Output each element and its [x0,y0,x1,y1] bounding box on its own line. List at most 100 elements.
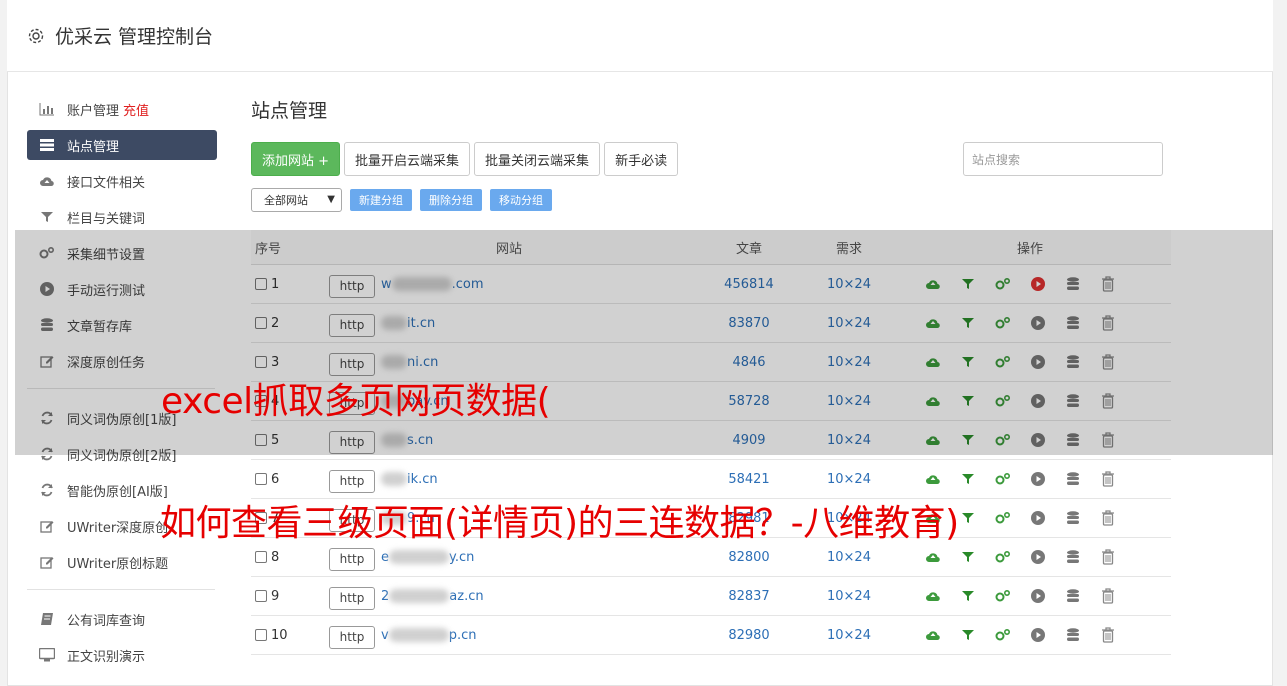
filter-icon[interactable] [959,626,977,644]
database-icon[interactable] [1064,470,1082,488]
app-header: 优采云 管理控制台 [7,0,1273,72]
app-title: 优采云 管理控制台 [55,26,214,48]
site-prefix: e [381,549,389,565]
gears-icon[interactable] [994,548,1012,566]
article-count[interactable]: 58421 [689,472,809,487]
ops-cell [889,626,1171,644]
row-number-cell: 8 [251,550,329,565]
row-number: 10 [271,627,288,643]
gears-icon[interactable] [994,587,1012,605]
sidebar-item-label: 账户管理 [67,103,120,119]
gears-icon[interactable] [994,509,1012,527]
move-group-button[interactable]: 移动分组 [490,189,552,211]
ops-cell [889,548,1171,566]
cloud-upload-icon[interactable] [924,626,942,644]
watermark-line-2: 如何查看三级页面(详情页)的三连数据？-八维教育) [160,503,959,544]
sidebar-item-sites[interactable]: 站点管理 [27,130,217,160]
recharge-link[interactable]: 充值 [123,100,149,119]
monitor-icon [39,647,55,663]
main-content: 站点管理 添加网站 + 批量开启云端采集 批量关闭云端采集 新手必读 站点搜索 … [251,96,1171,655]
delete-group-button[interactable]: 删除分组 [420,189,482,211]
refresh-icon [39,482,55,498]
site-prefix: 2 [381,588,390,604]
sidebar-item-public-lexicon[interactable]: 公有词库查询 [27,604,217,634]
row-number: 6 [271,471,280,487]
play-circle-icon[interactable] [1029,626,1047,644]
database-icon[interactable] [1064,509,1082,527]
gears-icon[interactable] [994,626,1012,644]
http-badge[interactable]: http [329,469,375,493]
sidebar-item-interface[interactable]: 接口文件相关 [27,166,217,196]
article-count[interactable]: 82837 [689,589,809,604]
http-badge[interactable]: http [329,586,375,610]
http-badge[interactable]: http [329,547,375,571]
database-icon[interactable] [1064,587,1082,605]
http-badge[interactable]: http [329,625,375,649]
database-icon[interactable] [1064,626,1082,644]
chevron-down-icon: ▼ [327,194,335,205]
beginner-guide-button[interactable]: 新手必读 [604,142,679,176]
redacted-domain [389,589,450,603]
site-link[interactable]: p.cn [449,628,477,643]
row-checkbox[interactable] [255,551,267,563]
group-select[interactable]: 全部网站 ▼ [251,188,342,212]
sidebar-item-label: 接口文件相关 [67,175,146,191]
book-icon [39,611,55,627]
row-number-cell: 10 [251,628,329,643]
play-circle-icon[interactable] [1029,587,1047,605]
batch-enable-cloud-button[interactable]: 批量开启云端采集 [344,142,471,176]
sidebar-item-label: 公有词库查询 [67,613,146,629]
filter-icon [39,209,55,225]
row-checkbox[interactable] [255,473,267,485]
bar-chart-icon [39,101,55,117]
row-number: 9 [271,588,280,604]
site-link[interactable]: y.cn [449,550,474,565]
trash-icon[interactable] [1099,509,1117,527]
redacted-domain [381,472,407,486]
demand-value[interactable]: 10×24 [809,472,889,487]
play-circle-icon[interactable] [1029,509,1047,527]
site-link[interactable]: ik.cn [407,472,438,487]
server-icon [39,137,55,153]
filter-icon[interactable] [959,587,977,605]
row-checkbox[interactable] [255,590,267,602]
batch-disable-cloud-button[interactable]: 批量关闭云端采集 [474,142,601,176]
sidebar-item-account[interactable]: 账户管理 充值 [27,94,217,124]
row-checkbox[interactable] [255,629,267,641]
cloud-upload-icon[interactable] [924,587,942,605]
demand-value[interactable]: 10×24 [809,550,889,565]
trash-icon[interactable] [1099,587,1117,605]
filter-icon[interactable] [959,470,977,488]
play-circle-icon[interactable] [1029,470,1047,488]
trash-icon[interactable] [1099,548,1117,566]
sidebar-item-label: 正文识别演示 [67,649,146,665]
article-count[interactable]: 82980 [689,628,809,643]
new-group-button[interactable]: 新建分组 [350,189,412,211]
sidebar-item-uwriter-title[interactable]: UWriter原创标题 [27,547,217,577]
filter-icon[interactable] [959,509,977,527]
article-count[interactable]: 82800 [689,550,809,565]
site-cell: http e y.cn [329,544,689,571]
gears-icon[interactable] [994,470,1012,488]
redacted-domain [389,550,449,564]
trash-icon[interactable] [1099,626,1117,644]
cloud-upload-icon[interactable] [924,548,942,566]
sidebar-item-label: UWriter深度原创 [67,520,169,536]
filter-icon[interactable] [959,548,977,566]
table-row: 9 http 2 az.cn 82837 10×24 [251,577,1171,616]
edit-icon [39,554,55,570]
sidebar-item-columns[interactable]: 栏目与关键词 [27,202,217,232]
sidebar-item-label: 栏目与关键词 [67,211,146,227]
demand-value[interactable]: 10×24 [809,589,889,604]
play-circle-icon[interactable] [1029,548,1047,566]
site-cell: http v p.cn [329,622,689,649]
site-search-input[interactable]: 站点搜索 [963,142,1163,176]
sidebar-item-text-recognition[interactable]: 正文识别演示 [27,640,217,670]
add-site-button[interactable]: 添加网站 + [251,142,341,176]
cloud-upload-icon[interactable] [924,470,942,488]
demand-value[interactable]: 10×24 [809,628,889,643]
trash-icon[interactable] [1099,470,1117,488]
redacted-domain [388,628,449,642]
database-icon[interactable] [1064,548,1082,566]
site-link[interactable]: az.cn [449,589,483,604]
